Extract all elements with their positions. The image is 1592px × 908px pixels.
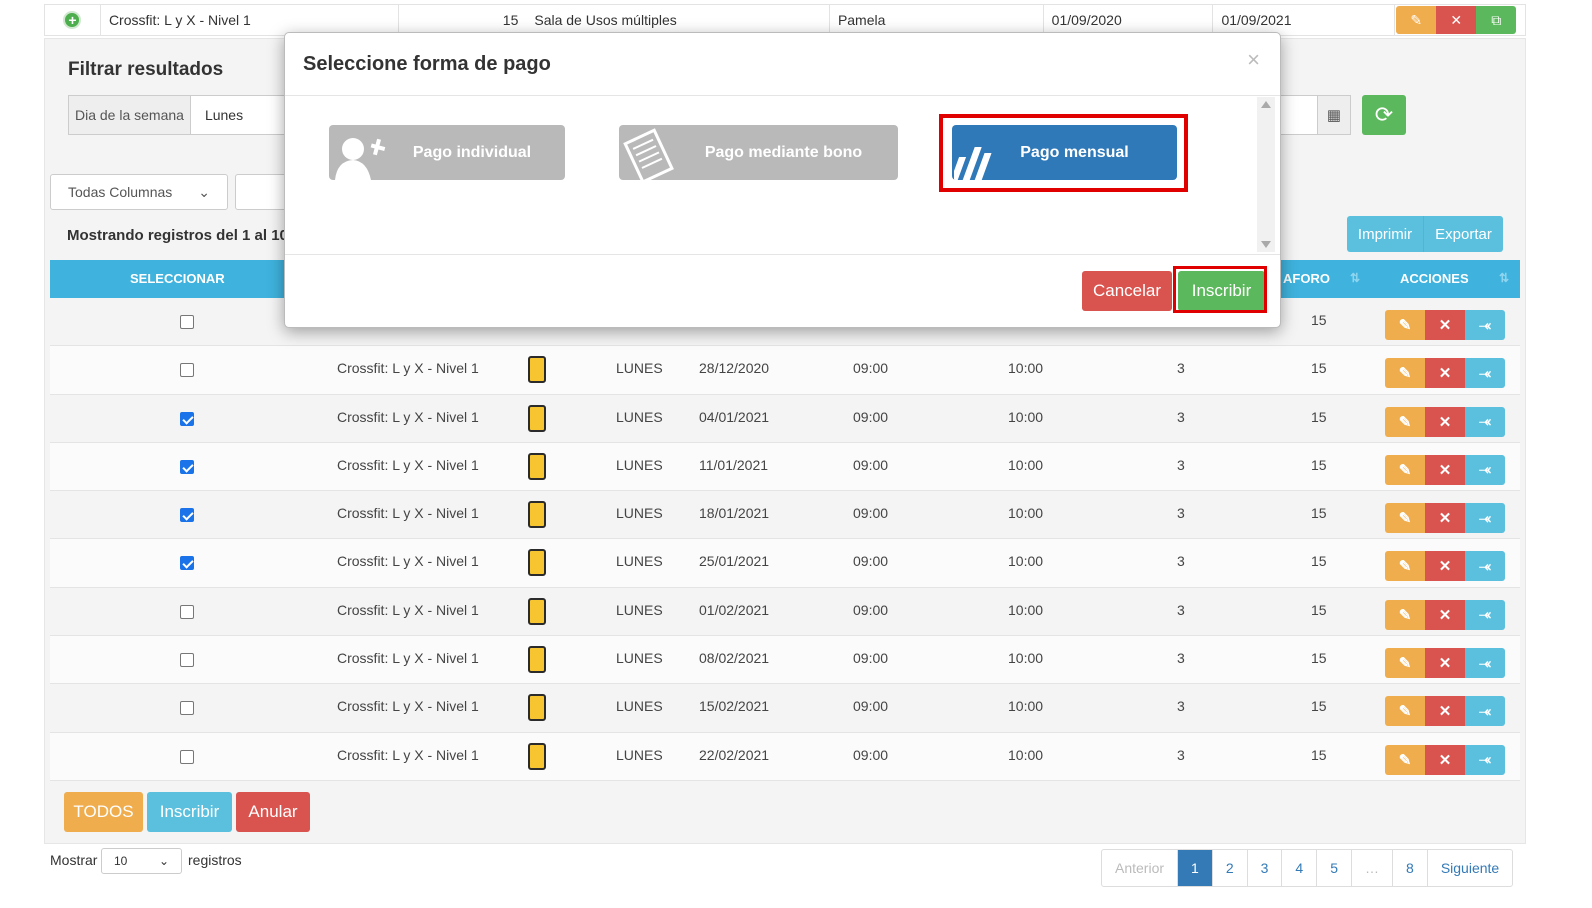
modal-scrollbar[interactable] [1257,97,1275,252]
modal-cancel-button[interactable]: Cancelar [1082,271,1172,311]
scroll-down-icon[interactable] [1261,241,1271,248]
scroll-up-icon[interactable] [1261,101,1271,108]
pay-voucher-button[interactable]: Pago mediante bono [619,125,898,180]
pay-voucher-label: Pago mediante bono [704,143,863,161]
enroll-highlight [1173,266,1267,313]
person-add-icon [331,127,389,180]
document-icon [621,127,679,180]
payment-method-modal: Seleccione forma de pago × Pago individu… [284,32,1281,328]
modal-title: Seleccione forma de pago [303,53,551,75]
selection-highlight [939,114,1188,192]
modal-divider [285,95,1280,96]
modal-divider [285,254,1280,255]
pay-individual-label: Pago individual [412,143,532,161]
pay-individual-button[interactable]: Pago individual [329,125,565,180]
close-icon[interactable]: × [1247,47,1260,73]
